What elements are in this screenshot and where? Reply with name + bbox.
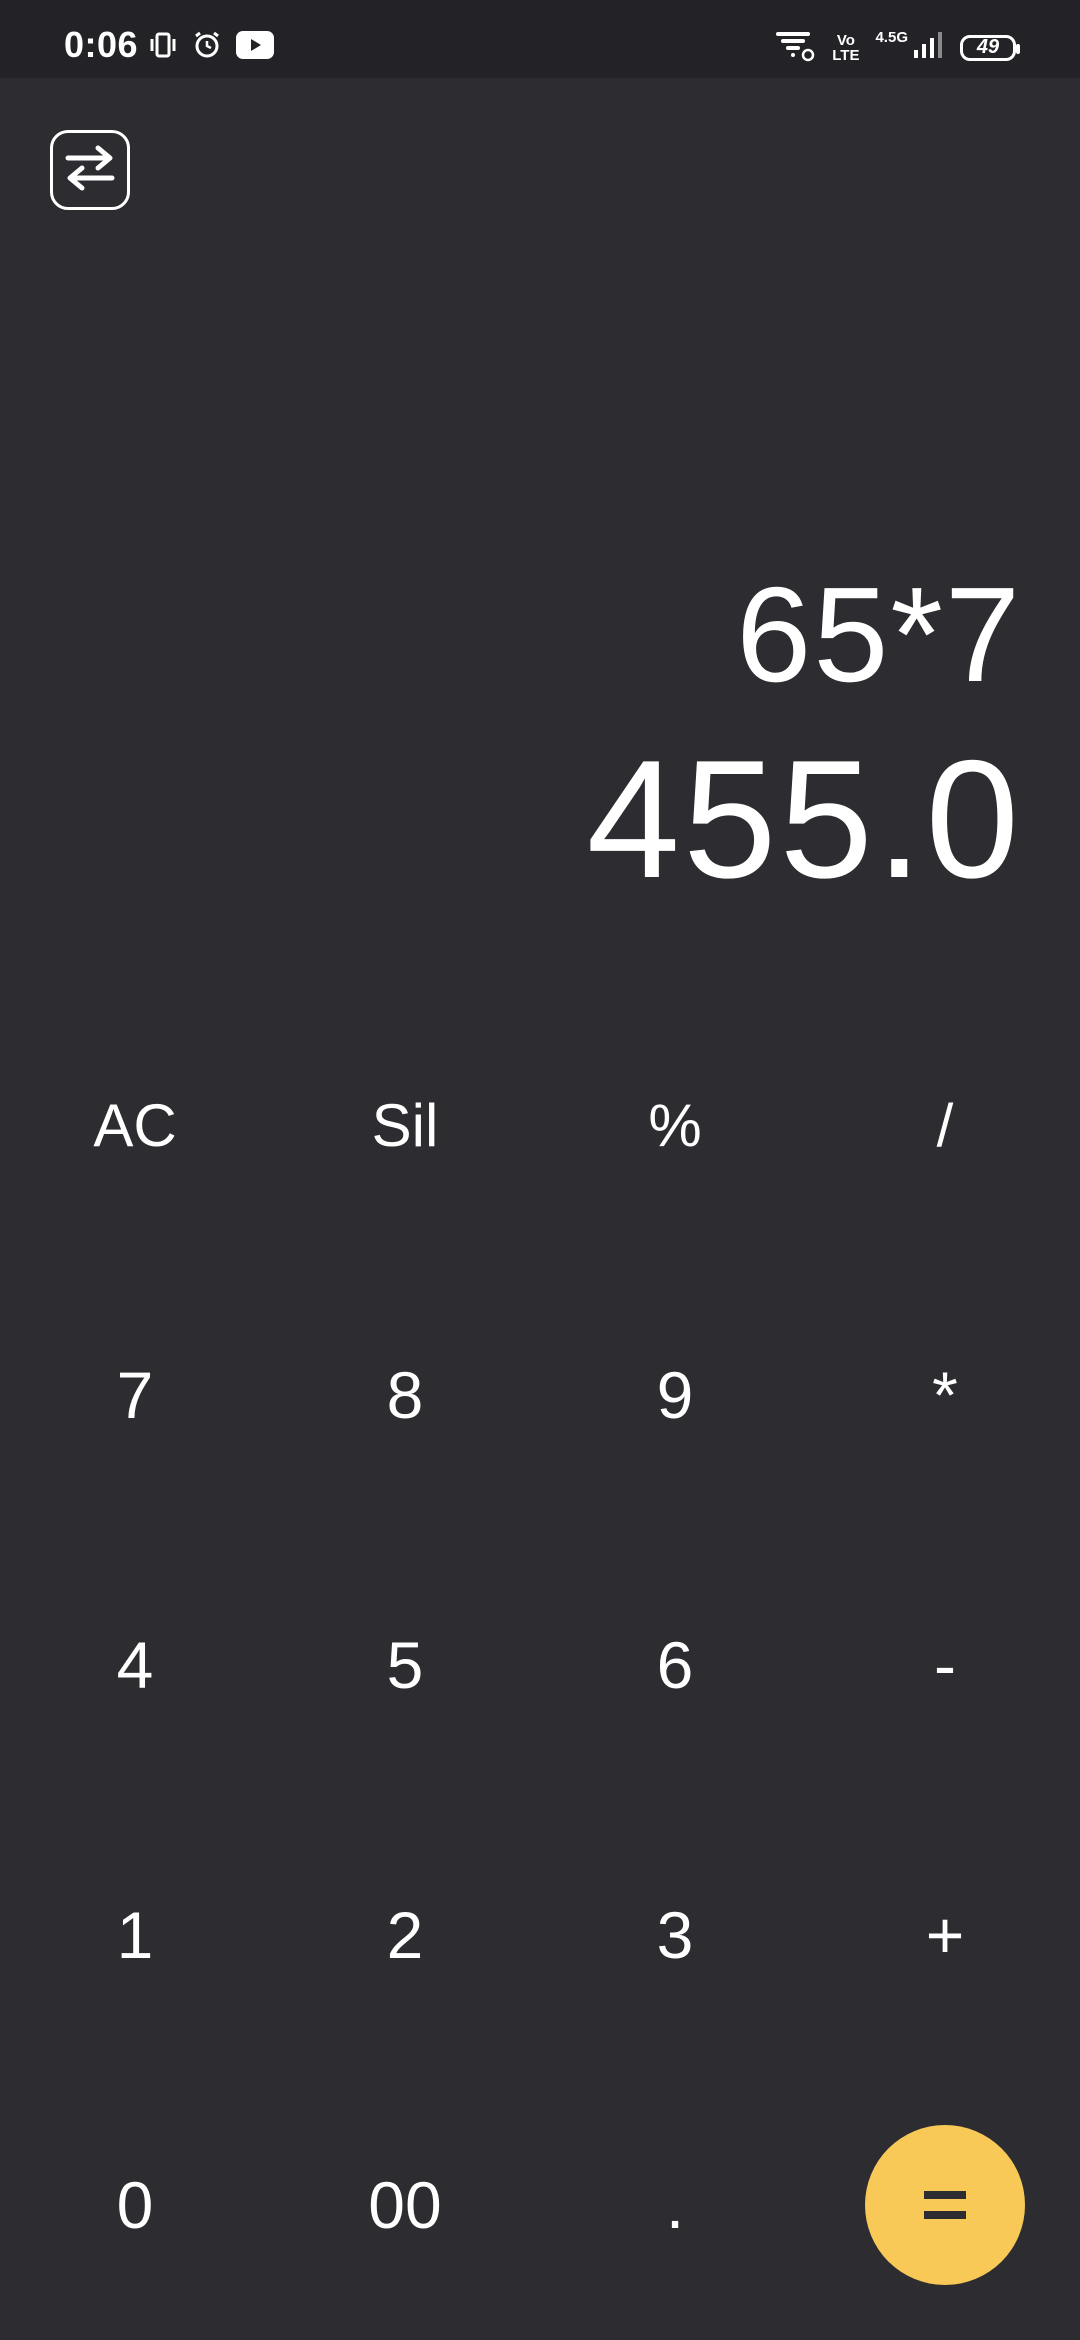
vibrate-icon [148, 30, 178, 65]
digit-7-button[interactable]: 7 [0, 1305, 270, 1485]
digit-1-button[interactable]: 1 [0, 1845, 270, 2025]
digit-6-button[interactable]: 6 [540, 1575, 810, 1755]
alarm-icon [192, 30, 222, 65]
volte-line1: Vo [836, 31, 855, 49]
battery-level: 49 [976, 36, 1000, 58]
equals-icon [924, 2189, 966, 2221]
digit-9-button[interactable]: 9 [540, 1305, 810, 1485]
percent-button[interactable]: % [540, 1035, 810, 1215]
network-type-label: 4.5G [875, 29, 908, 46]
wifi-icon [774, 28, 816, 67]
keypad-row-3: 4 5 6 - [0, 1575, 1080, 1755]
digit-2-button[interactable]: 2 [270, 1845, 540, 2025]
divide-button[interactable]: / [810, 1035, 1080, 1215]
status-bar: 0:06 Vo LTE 4.5G 49 [0, 0, 1080, 78]
equals-button[interactable] [865, 2125, 1025, 2285]
keypad-row-4: 1 2 3 + [0, 1845, 1080, 2025]
result-display: 455.0 [586, 725, 1022, 913]
digit-8-button[interactable]: 8 [270, 1305, 540, 1485]
digit-5-button[interactable]: 5 [270, 1575, 540, 1755]
status-left-icons [148, 30, 274, 65]
signal-icon [912, 30, 944, 65]
status-right-icons: Vo LTE 4.5G 49 [774, 28, 1020, 67]
clear-all-button[interactable]: AC [0, 1035, 270, 1215]
youtube-icon [236, 31, 274, 64]
delete-button[interactable]: Sil [270, 1035, 540, 1215]
status-time: 0:06 [64, 24, 139, 65]
digit-4-button[interactable]: 4 [0, 1575, 270, 1755]
expression-display: 65*7 [736, 559, 1022, 710]
digit-3-button[interactable]: 3 [540, 1845, 810, 2025]
volte-line2: LTE [832, 46, 860, 64]
multiply-button[interactable]: * [810, 1305, 1080, 1485]
add-button[interactable]: + [810, 1845, 1080, 2025]
double-zero-button[interactable]: 00 [270, 2115, 540, 2295]
keypad-row-2: 7 8 9 * [0, 1305, 1080, 1485]
swap-mode-button[interactable] [50, 130, 130, 210]
subtract-button[interactable]: - [810, 1575, 1080, 1755]
battery-icon: 49 [960, 34, 1020, 61]
signal-group: 4.5G [875, 30, 944, 65]
swap-arrows-icon [62, 143, 118, 198]
volte-icon: Vo LTE [832, 33, 859, 63]
keypad-row-1: AC Sil % / [0, 1035, 1080, 1215]
decimal-point-button[interactable]: . [540, 2115, 810, 2295]
digit-0-button[interactable]: 0 [0, 2115, 270, 2295]
